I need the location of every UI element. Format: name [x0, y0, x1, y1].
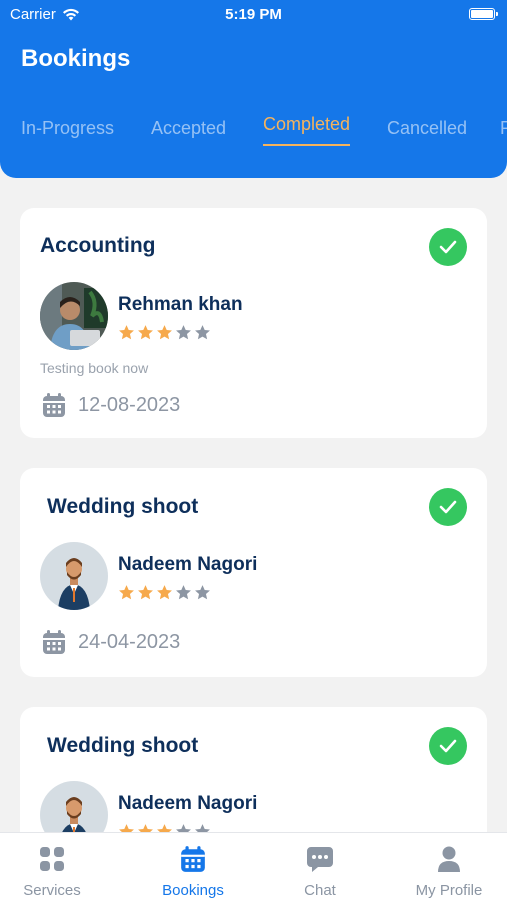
star-empty-icon — [176, 325, 191, 340]
booking-card[interactable]: Wedding shoot Nadeem Nagori 24-04-2023 — [20, 468, 487, 677]
tab-cancelled[interactable]: Cancelled — [387, 118, 467, 139]
service-title: Wedding shoot — [47, 495, 199, 518]
chat-icon — [307, 847, 333, 872]
tab-label: Cancelled — [387, 118, 468, 138]
calendar-icon — [43, 630, 65, 654]
provider-name: Rehman khan — [118, 294, 243, 315]
booking-tabs: In-Progress Accepted Completed Cancelled… — [0, 114, 507, 158]
rating-stars — [118, 584, 211, 601]
star-filled-icon — [157, 325, 172, 340]
avatar — [40, 282, 108, 350]
avatar — [40, 542, 108, 610]
completed-check-icon — [429, 727, 467, 765]
tab-label: P — [500, 118, 507, 138]
completed-check-icon — [429, 488, 467, 526]
calendar-icon — [181, 846, 205, 872]
star-filled-icon — [157, 585, 172, 600]
battery-icon — [469, 8, 498, 20]
star-empty-icon — [176, 585, 191, 600]
nav-chat[interactable]: Chat — [260, 843, 380, 899]
booking-note: Testing book now — [40, 360, 149, 376]
tab-completed[interactable]: Completed — [263, 114, 351, 146]
tab-in-progress[interactable]: In-Progress — [21, 118, 114, 139]
rating-stars — [118, 324, 211, 341]
user-icon — [438, 846, 460, 872]
date-text: 24-04-2023 — [78, 630, 181, 653]
star-filled-icon — [138, 325, 153, 340]
nav-bookings[interactable]: Bookings — [133, 843, 253, 899]
star-empty-icon — [195, 585, 210, 600]
star-filled-icon — [119, 325, 134, 340]
nav-label: Bookings — [162, 882, 224, 899]
bottom-nav: Services Bookings Chat My Profile — [0, 832, 507, 900]
booking-date: 12-08-2023 — [42, 392, 180, 418]
completed-check-icon — [429, 228, 467, 266]
calendar-icon — [43, 393, 65, 417]
provider-name: Nadeem Nagori — [118, 554, 258, 575]
tab-label: In-Progress — [21, 118, 115, 138]
star-filled-icon — [119, 585, 134, 600]
nav-my-profile[interactable]: My Profile — [389, 843, 507, 899]
nav-label: Chat — [304, 882, 336, 899]
service-title: Wedding shoot — [47, 734, 199, 757]
grid-icon — [40, 847, 64, 871]
status-time: 5:19 PM — [225, 6, 282, 23]
tab-label: Accepted — [151, 118, 227, 138]
tab-label: Completed — [263, 114, 351, 134]
tab-accepted[interactable]: Accepted — [151, 118, 226, 139]
nav-services[interactable]: Services — [0, 843, 112, 899]
nav-label: Services — [23, 882, 81, 899]
service-title: Accounting — [40, 234, 156, 257]
booking-card[interactable]: Accounting Rehman khan Testing book now … — [20, 208, 487, 438]
date-text: 12-08-2023 — [78, 393, 181, 416]
provider-name: Nadeem Nagori — [118, 793, 258, 814]
nav-label: My Profile — [415, 882, 483, 899]
booking-date: 24-04-2023 — [42, 629, 180, 655]
star-empty-icon — [195, 325, 210, 340]
page-title: Bookings — [21, 45, 131, 72]
star-filled-icon — [138, 585, 153, 600]
tab-partial[interactable]: P — [500, 118, 507, 139]
status-bar: Carrier 5:19 PM — [0, 0, 507, 30]
header: Carrier 5:19 PM Bookings In-Progress Acc… — [0, 0, 507, 178]
active-tab-indicator — [263, 144, 351, 146]
